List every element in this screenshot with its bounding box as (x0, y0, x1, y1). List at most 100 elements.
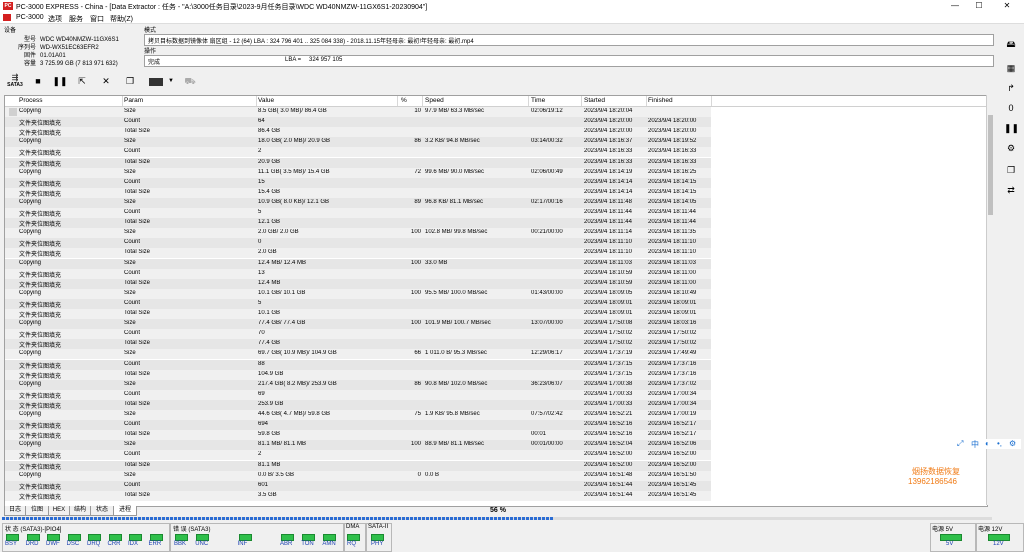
table-row[interactable]: 文件夹位图填充 Count 64 2023/9/4 18:20:00 2023/9/4 … (5, 117, 711, 128)
cell-value: 44.6 GB( 4.7 MB)/ 59.8 GB (258, 411, 331, 417)
tab-bitmap[interactable]: 位图 (25, 506, 49, 516)
table-row[interactable]: 文件夹位图填充 Count 0 2023/9/4 18:11:10 2023/9/4 1… (5, 238, 711, 249)
pause-icon[interactable]: ❚❚ (1004, 121, 1019, 135)
table-row[interactable]: 文件夹位图填充 Total Size 253.9 GB 2023/9/4 17:00:… (5, 399, 711, 410)
cell-value: 2 (258, 451, 262, 458)
ime-expand-icon[interactable]: ⤢ (957, 439, 963, 449)
table-row[interactable]: 文件夹位图填充 Total Size 10.1 GB 2023/9/4 18:09:0… (5, 309, 711, 319)
ime-mode[interactable]: 中 (971, 439, 979, 450)
table-row[interactable]: Copying Size 11.1 GB( 3.5 MB)/ 15.4 GB 72 99… (5, 167, 711, 178)
drive-icon[interactable]: 🖴 (1004, 37, 1018, 51)
col-param[interactable]: Param (124, 97, 143, 104)
menu-help[interactable]: 帮助(Z) (110, 14, 133, 24)
col-time[interactable]: Time (531, 97, 545, 104)
dashboard-icon[interactable]: ▦ (1004, 61, 1018, 75)
col-started[interactable]: Started (584, 97, 605, 104)
scroll-thumb[interactable] (988, 115, 993, 215)
export-icon[interactable]: ↱ (1004, 81, 1018, 95)
table-row[interactable]: 文件夹位图填充 Total Size 77.4 GB 2023/9/4 17:50:0… (5, 339, 711, 350)
sata-port-button[interactable]: ⇶ SATA3 (4, 72, 26, 91)
maximize-button[interactable]: ☐ (968, 0, 990, 12)
progress-segment (358, 517, 361, 520)
cell-process: 文件夹位图填充 (19, 333, 62, 340)
ime-moon-icon[interactable]: ◐ (985, 439, 990, 448)
table-row[interactable]: 文件夹位图填充 Count 694 2023/9/4 16:52:16 2023/9/4… (5, 420, 711, 431)
table-row[interactable]: 文件夹位图填充 Total Size 81.1 MB 2023/9/4 16:52:0… (5, 460, 711, 471)
progress-label: 56 % (490, 507, 506, 514)
table-row[interactable]: Copying Size 10.1 GB/ 10.1 GB 100 95.5 MB/ 1… (5, 288, 711, 299)
table-row[interactable]: 文件夹位图填充 Total Size 3.5 GB 2023/9/4 16:51:44… (5, 490, 711, 501)
table-row[interactable]: 文件夹位图填充 Total Size 86.4 GB 2023/9/4 18:20:0… (5, 127, 711, 138)
process-grid[interactable]: Process Param Value % Speed Time Started… (4, 95, 988, 507)
cell-param: Total Size (124, 219, 151, 226)
connect-icon[interactable]: ⇄ (1004, 183, 1018, 197)
progress-segment (246, 517, 249, 520)
table-row[interactable]: Copying Size 10.9 GB( 8.0 KB)/ 12.1 GB 89 96… (5, 197, 711, 208)
tab-log[interactable]: 日志 (4, 506, 26, 516)
cell-process: 文件夹位图填充 (19, 484, 62, 491)
table-row[interactable]: 文件夹位图填充 Total Size 12.4 MB 2023/9/4 18:10:5… (5, 278, 711, 289)
tab-structure[interactable]: 结构 (69, 506, 91, 516)
table-row[interactable]: Copying Size 0.0 B/ 3.5 GB 0 0.0 B 2023/9/4 1… (5, 470, 711, 481)
table-row[interactable]: Copying Size 81.1 MB/ 81.1 MB 100 88.9 MB/ 8… (5, 440, 711, 451)
table-row[interactable]: Copying Size 77.4 GB/ 77.4 GB 100 101.9 MB/ … (5, 319, 711, 330)
table-row[interactable]: 文件夹位图填充 Total Size 59.8 GB 00:01 2023/9/4 16… (5, 430, 711, 441)
table-row[interactable]: 文件夹位图填充 Total Size 15.4 GB 2023/9/4 18:14:1… (5, 187, 711, 198)
cell-value: 12.4 MB (258, 279, 281, 286)
cell-process: 文件夹位图填充 (19, 464, 62, 471)
table-row[interactable]: 文件夹位图填充 Count 69 2023/9/4 17:00:33 2023/9/4 … (5, 389, 711, 400)
minimize-button[interactable]: — (944, 0, 966, 12)
table-row[interactable]: 文件夹位图填充 Total Size 12.1 GB 2023/9/4 18:11:4… (5, 218, 711, 229)
pause-button[interactable]: ❚❚ (50, 72, 70, 91)
menu-service[interactable]: 服务 (69, 14, 83, 24)
table-row[interactable]: 文件夹位图填充 Count 15 2023/9/4 18:14:14 2023/9/4 … (5, 177, 711, 188)
cell-speed: 97.9 MB/ 63.3 MB/sec (425, 108, 485, 114)
tab-status[interactable]: 状态 (90, 506, 114, 516)
menu-window[interactable]: 窗口 (90, 14, 104, 24)
table-row[interactable]: 文件夹位图填充 Count 88 2023/9/4 17:37:15 2023/9/4 … (5, 359, 711, 370)
tab-process[interactable]: 进程 (113, 506, 137, 516)
tab-hex[interactable]: HEX (48, 506, 70, 516)
close-button[interactable]: ✕ (996, 0, 1018, 12)
image-dropdown-button[interactable]: ▼ (166, 72, 176, 91)
menu-options[interactable]: 选项 (48, 14, 62, 24)
export-button[interactable]: ⇱ (72, 72, 92, 91)
table-row[interactable]: 文件夹位图填充 Count 2 2023/9/4 18:16:33 2023/9/4 1… (5, 147, 711, 158)
image-button[interactable] (144, 72, 168, 91)
zero-icon[interactable]: 0 (1004, 101, 1018, 115)
ime-settings-icon[interactable]: ⚙ (1009, 439, 1016, 448)
progress-segment (270, 517, 273, 520)
copy-button[interactable]: ❐ (120, 72, 140, 91)
table-row[interactable]: 文件夹位图填充 Total Size 104.9 GB 2023/9/4 17:37:… (5, 369, 711, 380)
progress-segment (390, 517, 393, 520)
table-row[interactable]: Copying Size 2.0 GB/ 2.0 GB 100 102.8 MB/ 99… (5, 228, 711, 239)
col-speed[interactable]: Speed (425, 97, 444, 104)
close-copy-icon[interactable]: ❐ (1004, 163, 1018, 177)
menu-pc3000[interactable]: PC-3000 (16, 14, 44, 21)
table-row[interactable]: 文件夹位图填充 Count 13 2023/9/4 18:10:59 2023/9/4 … (5, 268, 711, 279)
table-row[interactable]: Copying Size 44.6 GB( 4.7 MB)/ 59.8 GB 75 1.… (5, 410, 711, 420)
table-row[interactable]: 文件夹位图填充 Count 601 2023/9/4 16:51:44 2023/9/4… (5, 480, 711, 491)
progress-segment (538, 517, 541, 520)
sata-led-idx (129, 534, 142, 541)
col-process[interactable]: Process (19, 97, 42, 104)
table-row[interactable]: Copying Size 18.0 GB( 2.0 MB)/ 20.9 GB 86 3.… (5, 137, 711, 148)
table-row[interactable]: 文件夹位图填充 Total Size 2.0 GB 2023/9/4 18:11:10… (5, 248, 711, 259)
settings-icon[interactable]: ⚙ (1004, 141, 1018, 155)
ime-punct-icon[interactable]: •, (997, 439, 1002, 448)
tools-button[interactable]: ✕ (96, 72, 116, 91)
table-row[interactable]: 文件夹位图填充 Count 5 2023/9/4 18:09:01 2023/9/4 1… (5, 298, 711, 309)
table-row[interactable]: 文件夹位图填充 Total Size 20.9 GB 2023/9/4 18:16:3… (5, 157, 711, 168)
table-row[interactable]: 文件夹位图填充 Count 2 2023/9/4 16:52:00 2023/9/4 1… (5, 450, 711, 461)
col-value[interactable]: Value (258, 97, 274, 104)
table-row[interactable]: 文件夹位图填充 Count 70 2023/9/4 17:50:02 2023/9/4 … (5, 329, 711, 340)
col-finished[interactable]: Finished (648, 97, 673, 104)
table-row[interactable]: Copying Size 8.5 GB( 3.0 MB)/ 86.4 GB 10 97.… (5, 107, 711, 117)
table-row[interactable]: Copying Size 69.7 GB( 10.9 MB)/ 104.9 GB 66… (5, 349, 711, 360)
table-row[interactable]: Copying Size 217.4 GB( 8.2 MB)/ 253.9 GB 86… (5, 379, 711, 390)
table-row[interactable]: 文件夹位图填充 Count 5 2023/9/4 18:11:44 2023/9/4 1… (5, 208, 711, 218)
table-row[interactable]: Copying Size 12.4 MB/ 12.4 MB 100 33.0 MB 202… (5, 258, 711, 269)
col-percent[interactable]: % (401, 97, 407, 104)
progress-segment (174, 517, 177, 520)
stop-button[interactable]: ■ (28, 72, 48, 91)
